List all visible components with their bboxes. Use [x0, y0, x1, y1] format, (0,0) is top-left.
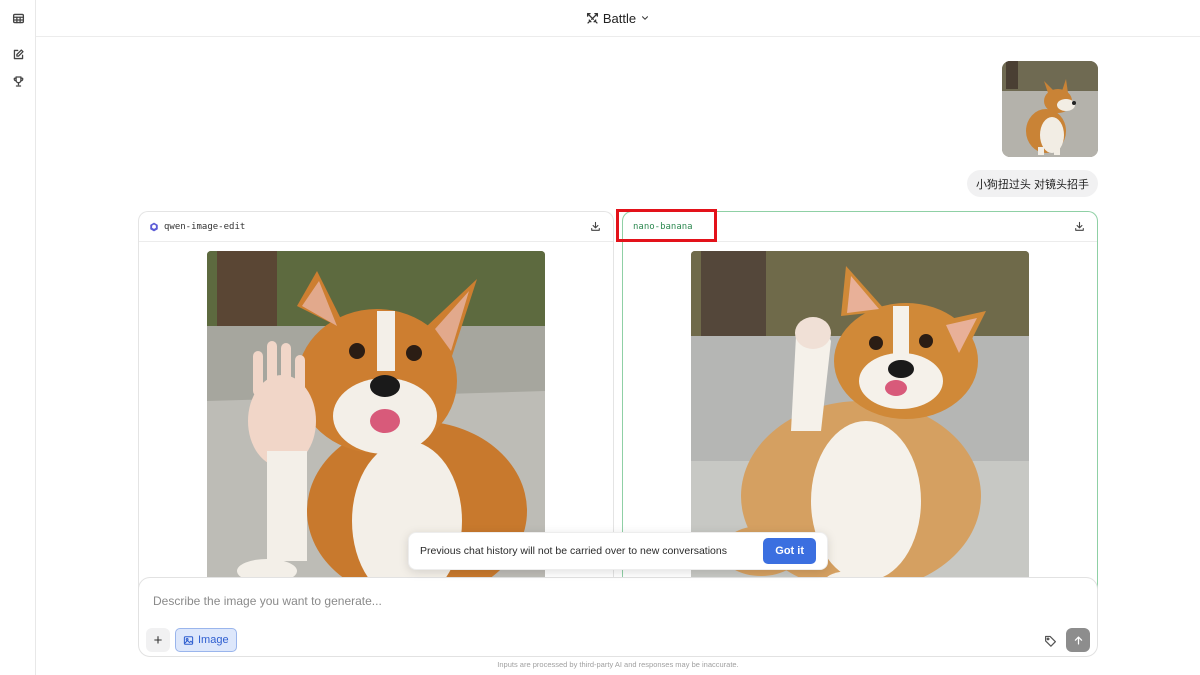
model-name: qwen-image-edit [149, 222, 245, 232]
sidebar-table-button[interactable] [8, 8, 28, 28]
top-bar: Battle [36, 0, 1200, 37]
qwen-logo-icon [150, 222, 158, 231]
send-button[interactable] [1066, 628, 1090, 652]
image-mode-label: Image [198, 634, 229, 646]
image-mode-toggle[interactable]: Image [175, 628, 237, 652]
notice-toast: Previous chat history will not be carrie… [408, 532, 828, 570]
swords-icon [586, 12, 598, 24]
download-button[interactable] [587, 219, 603, 235]
trophy-icon [13, 75, 23, 87]
user-message-bubble: 小狗扭过头 对镜头招手 [966, 170, 1098, 197]
disclaimer-text: Inputs are processed by third-party AI a… [497, 660, 739, 669]
got-it-button[interactable]: Got it [763, 538, 816, 564]
table-icon [12, 13, 24, 23]
new-chat-icon [13, 48, 24, 59]
style-tag-button[interactable] [1041, 631, 1059, 649]
arrow-up-icon [1074, 635, 1082, 645]
download-icon [590, 221, 600, 231]
sidebar [0, 0, 36, 675]
sidebar-leaderboard-button[interactable] [8, 71, 28, 91]
app-root: Battle 小狗扭过头 对镜头招手 qwen-image-edit nano-… [0, 0, 1200, 675]
toast-message: Previous chat history will not be carrie… [420, 545, 727, 557]
mode-label: Battle [602, 10, 637, 26]
mode-selector[interactable]: Battle [586, 11, 650, 26]
model-name-highlight [616, 209, 717, 242]
chevron-down-icon [642, 16, 649, 20]
add-attachment-button[interactable]: + [146, 628, 170, 652]
user-uploaded-image[interactable] [1002, 61, 1098, 157]
prompt-input[interactable] [153, 594, 1033, 608]
plus-icon: + [153, 631, 163, 649]
panel-header: qwen-image-edit [139, 212, 613, 242]
tag-icon [1044, 635, 1056, 647]
composer: + Image [138, 577, 1098, 657]
download-icon [1074, 221, 1084, 231]
download-button[interactable] [1071, 219, 1087, 235]
user-message-text: 小狗扭过头 对镜头招手 [975, 178, 1089, 191]
image-icon [183, 635, 194, 645]
sidebar-new-chat-button[interactable] [8, 44, 28, 64]
